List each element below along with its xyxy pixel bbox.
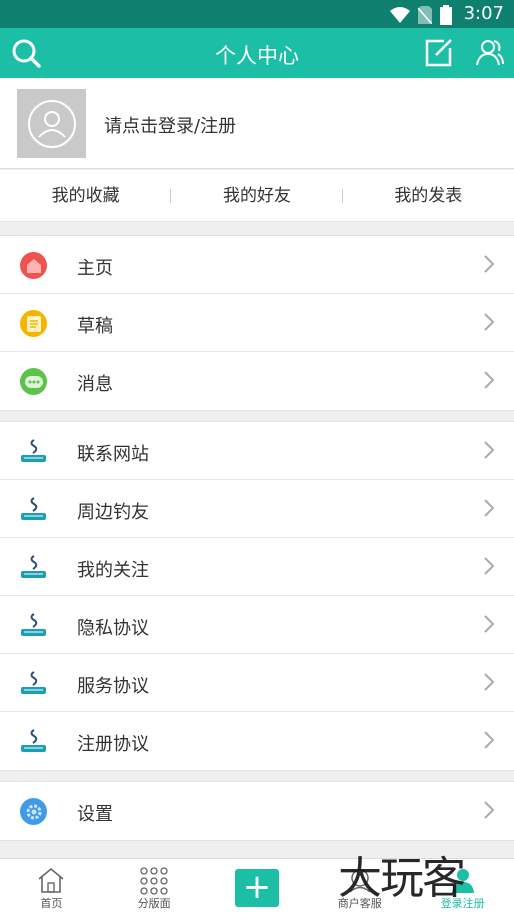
tab-label: 我的收藏 (51, 186, 120, 206)
menu-group-settings: 设置 (0, 781, 514, 841)
chevron-right-icon (484, 673, 494, 691)
menu-item-label: 消息 (77, 374, 113, 395)
menu-item-label: 隐私协议 (77, 618, 149, 639)
chevron-right-icon (484, 801, 494, 819)
menu-group-primary: 主页 草稿 消息 (0, 235, 514, 411)
home-outline-icon (38, 867, 64, 893)
chevron-right-icon (484, 557, 494, 575)
watermark-text: 大玩客 (338, 853, 466, 904)
battery-icon (440, 5, 452, 25)
home-icon (20, 252, 47, 279)
wifi-icon (390, 7, 410, 23)
menu-item-contact-site[interactable]: 联系网站 (0, 422, 514, 480)
plus-icon: + (234, 869, 279, 907)
app-header: 个人中心 (0, 28, 514, 78)
settings-icon (20, 798, 47, 825)
menu-item-label: 联系网站 (77, 444, 149, 465)
tab-label: 我的发表 (394, 186, 463, 206)
site-logo-icon (21, 497, 46, 520)
site-logo-icon (21, 671, 46, 694)
menu-item-label: 草稿 (77, 316, 113, 337)
chevron-right-icon (484, 371, 494, 389)
menu-group-secondary: 联系网站 周边钓友 我的关注 隐私协议 服务协议 注册协议 (0, 421, 514, 771)
menu-item-service-agreement[interactable]: 服务协议 (0, 654, 514, 712)
menu-item-messages[interactable]: 消息 (0, 352, 514, 410)
chevron-right-icon (484, 441, 494, 459)
site-logo-icon (21, 439, 46, 462)
nav-label: 首页 (40, 897, 63, 910)
status-time: 3:07 (463, 3, 504, 24)
chevron-right-icon (484, 615, 494, 633)
site-logo-icon (21, 555, 46, 578)
status-icons (390, 5, 452, 25)
profile-section[interactable]: 请点击登录/注册 (0, 78, 514, 169)
tab-favorites[interactable]: 我的收藏 (0, 170, 172, 221)
friends-icon[interactable] (472, 37, 504, 69)
menu-item-label: 主页 (77, 258, 113, 279)
nav-post-button[interactable]: + (206, 859, 309, 915)
chevron-right-icon (484, 313, 494, 331)
tab-posts[interactable]: 我的发表 (343, 170, 514, 221)
nav-home[interactable]: 首页 (0, 859, 103, 915)
chevron-right-icon (484, 731, 494, 749)
profile-tabs: 我的收藏 我的好友 我的发表 (0, 170, 514, 222)
menu-item-home[interactable]: 主页 (0, 236, 514, 294)
default-avatar-icon (27, 99, 76, 148)
menu-item-drafts[interactable]: 草稿 (0, 294, 514, 352)
menu-item-following[interactable]: 我的关注 (0, 538, 514, 596)
nav-label: 分版面 (137, 897, 171, 910)
menu-item-nearby-anglers[interactable]: 周边钓友 (0, 480, 514, 538)
menu-item-label: 我的关注 (77, 560, 149, 581)
site-logo-icon (21, 729, 46, 752)
menu-item-label: 注册协议 (77, 734, 149, 755)
chevron-right-icon (484, 255, 494, 273)
menu-item-registration-agreement[interactable]: 注册协议 (0, 712, 514, 770)
draft-icon (20, 310, 47, 337)
menu-item-privacy[interactable]: 隐私协议 (0, 596, 514, 654)
grid-dots-icon (140, 867, 168, 895)
avatar[interactable] (17, 89, 86, 158)
menu-item-label: 设置 (77, 804, 113, 825)
menu-item-label: 服务协议 (77, 676, 149, 697)
message-icon (20, 368, 47, 395)
tab-friends[interactable]: 我的好友 (171, 170, 343, 221)
nav-sections[interactable]: 分版面 (103, 859, 206, 915)
status-bar: 3:07 (0, 0, 514, 28)
login-register-link[interactable]: 请点击登录/注册 (104, 112, 236, 138)
no-sim-icon (418, 6, 432, 24)
site-logo-icon (21, 613, 46, 636)
compose-icon[interactable] (422, 37, 454, 69)
menu-item-settings[interactable]: 设置 (0, 782, 514, 840)
tab-label: 我的好友 (222, 186, 291, 206)
chevron-right-icon (484, 499, 494, 517)
menu-item-label: 周边钓友 (77, 502, 149, 523)
